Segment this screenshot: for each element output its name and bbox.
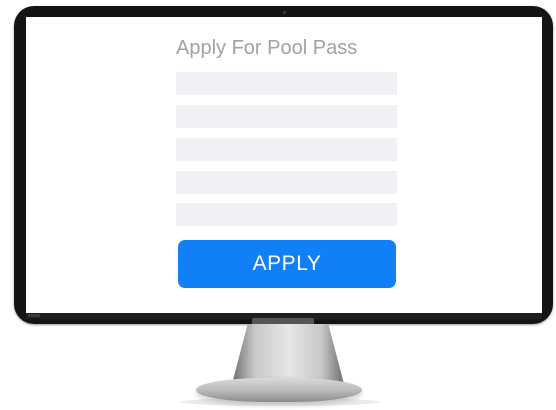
monitor-stand-neck xyxy=(232,324,344,384)
apply-button[interactable]: APPLY xyxy=(178,240,396,288)
monitor-stand-base xyxy=(196,378,362,402)
form-field-5[interactable] xyxy=(176,203,397,226)
form-field-2[interactable] xyxy=(176,105,397,128)
form-field-4[interactable] xyxy=(176,171,397,194)
monitor-logo xyxy=(28,314,40,317)
monitor-screen: Apply For Pool Pass APPLY xyxy=(26,17,542,313)
form-field-3[interactable] xyxy=(176,138,397,161)
page-title: Apply For Pool Pass xyxy=(176,37,358,59)
camera-dot xyxy=(283,11,286,14)
monitor-mockup: Apply For Pool Pass APPLY xyxy=(0,0,556,410)
form-field-1[interactable] xyxy=(176,72,397,95)
